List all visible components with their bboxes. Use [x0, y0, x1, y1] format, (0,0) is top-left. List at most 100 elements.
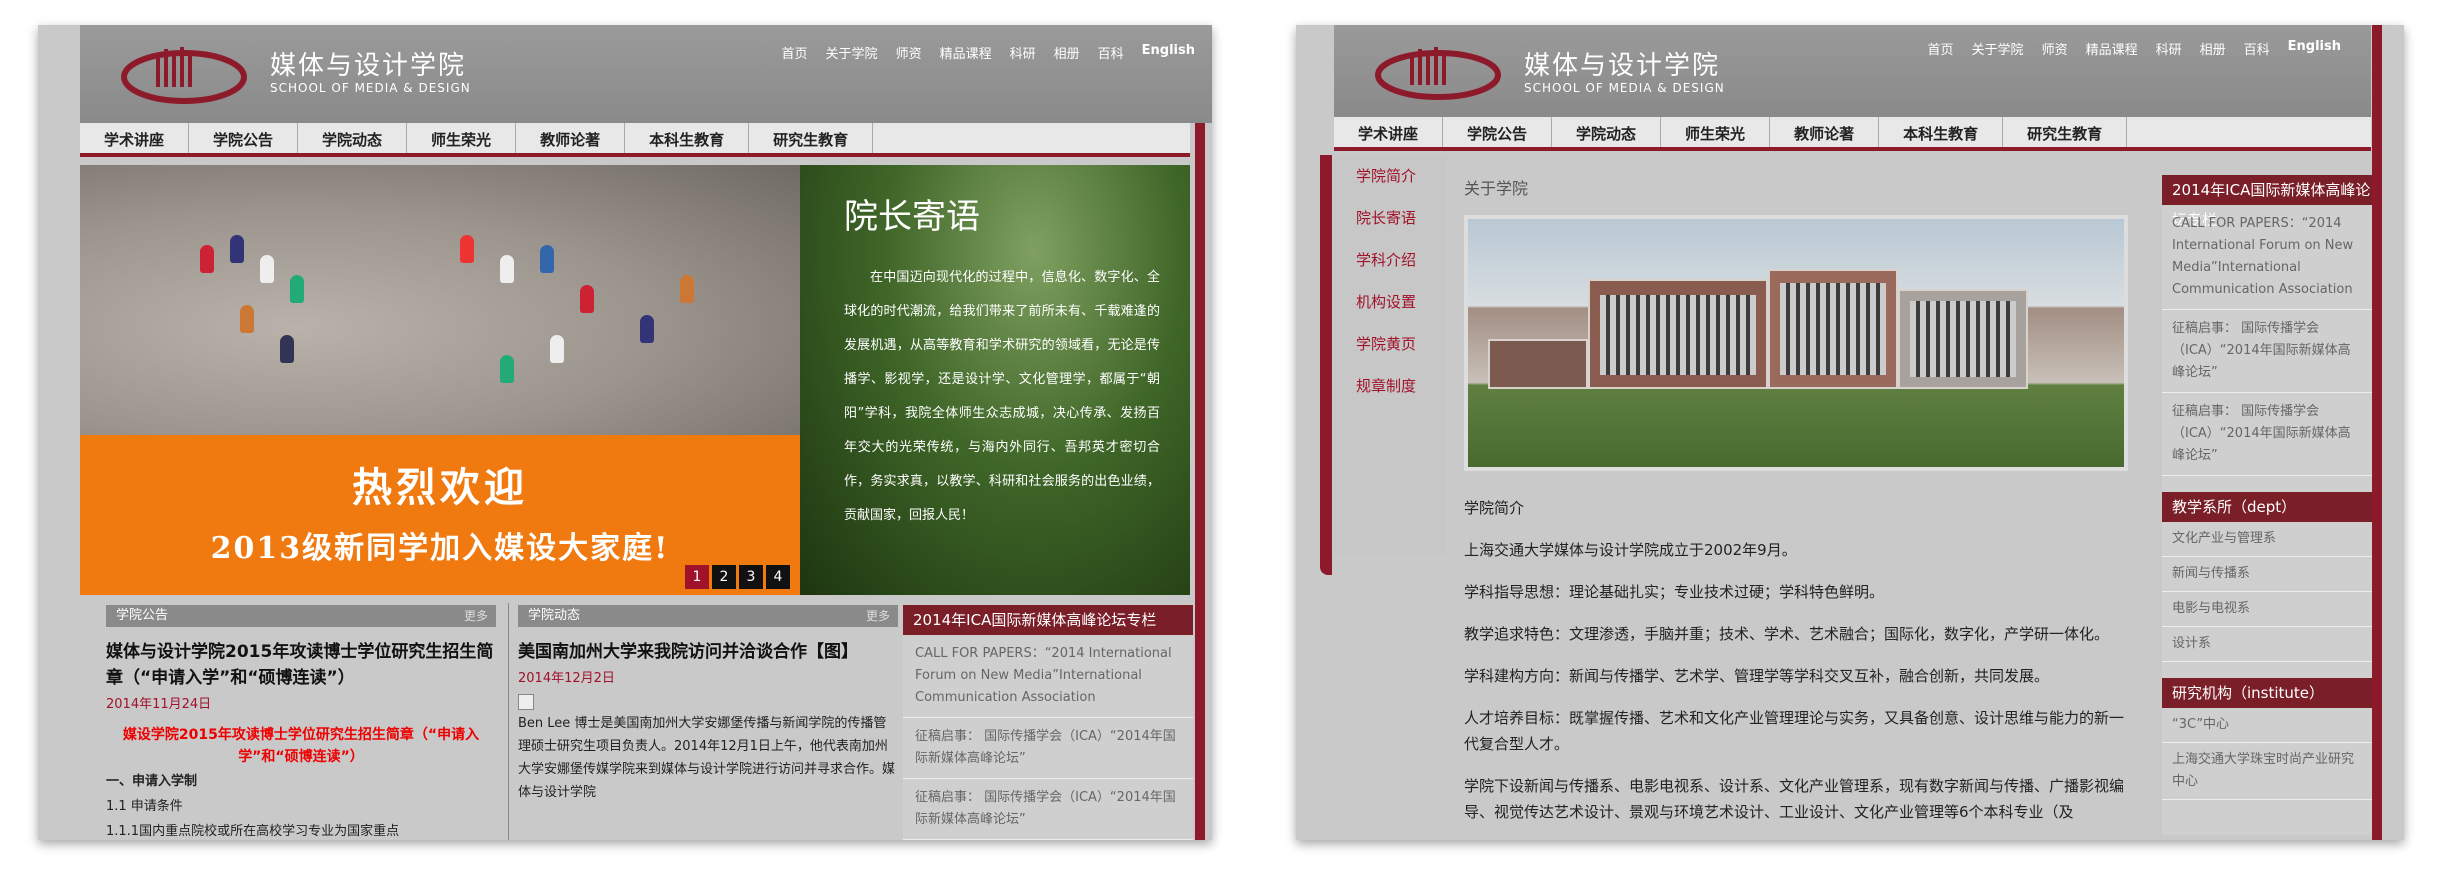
subnav-intro[interactable]: 学院简介 [1334, 155, 1446, 197]
top-nav-home[interactable]: 首页 [782, 43, 808, 62]
top-nav: 首页 关于学院 师资 精品课程 科研 相册 百科 English [1928, 39, 2341, 58]
dept-item[interactable]: 文化产业与管理系 [2162, 522, 2372, 557]
slide-page-4[interactable]: 4 [766, 565, 790, 589]
dean-message-panel: 院长寄语 在中国迈向现代化的过程中，信息化、数字化、全球化的时代潮流，给我们带来… [800, 165, 1190, 595]
dept-item[interactable]: 设计系 [2162, 627, 2372, 662]
top-nav-research[interactable]: 科研 [2156, 39, 2182, 58]
top-nav: 首页 关于学院 师资 精品课程 科研 相册 百科 English [782, 43, 1195, 62]
site-header: 媒体与设计学院 SCHOOL OF MEDIA & DESIGN 首页 关于学院… [1334, 25, 2371, 117]
news-text: Ben Lee 博士是美国南加州大学安娜堡传播与新闻学院的传播管理硕士研究生项目… [518, 716, 896, 800]
subnav-directory[interactable]: 学院黄页 [1334, 323, 1446, 365]
top-nav-wiki[interactable]: 百科 [1098, 43, 1124, 62]
top-nav-english[interactable]: English [1142, 43, 1195, 62]
article-paragraph: 学院下设新闻与传播系、电影电视系、设计系、文化产业管理系，现有数字新闻与传播、广… [1464, 777, 2125, 821]
top-nav-research[interactable]: 科研 [1010, 43, 1036, 62]
notice-line-2: 1.1 申请条件 [106, 799, 183, 814]
news-title[interactable]: 美国南加州大学来我院访问并洽谈合作【图】 [518, 639, 898, 665]
slide-page-1[interactable]: 1 [685, 565, 709, 589]
top-nav-about[interactable]: 关于学院 [1972, 39, 2024, 58]
main-nav-graduate[interactable]: 研究生教育 [2003, 117, 2128, 147]
about-sidebar: 2014年ICA国际新媒体高峰论坛专栏 CALL FOR PAPERS：“201… [2162, 175, 2372, 835]
main-nav-news[interactable]: 学院动态 [1552, 117, 1662, 147]
news-column: 学院动态 更多 美国南加州大学来我院访问并洽谈合作【图】 2014年12月2日 … [518, 605, 898, 804]
notice-more-link[interactable]: 更多 [464, 605, 488, 627]
main-nav-lectures[interactable]: 学术讲座 [80, 123, 190, 153]
forum-item[interactable]: CALL FOR PAPERS：“2014 International Foru… [903, 635, 1193, 718]
dept-item[interactable]: 新闻与传播系 [2162, 557, 2372, 592]
institute-sidebar-header: 研究机构（institute） [2162, 678, 2372, 708]
news-more-link[interactable]: 更多 [866, 605, 890, 627]
news-header: 学院动态 更多 [518, 605, 898, 627]
top-nav-home[interactable]: 首页 [1928, 39, 1954, 58]
main-nav-notices[interactable]: 学院公告 [1443, 117, 1553, 147]
forum-item[interactable]: CALL FOR PAPERS：“2014 International Foru… [2162, 205, 2372, 310]
main-nav: 学术讲座 学院公告 学院动态 师生荣光 教师论著 本科生教育 研究生教育 [1334, 117, 2371, 151]
dept-item[interactable]: 电影与电视系 [2162, 592, 2372, 627]
page-edge-accent [1195, 25, 1205, 840]
article-paragraph: 人才培养目标：既掌握传播、艺术和文化产业管理理论与实务，又具备创意、设计思维与能… [1464, 709, 2125, 753]
page-edge-accent [2372, 25, 2382, 840]
notice-line-1: 一、申请入学制 [106, 774, 198, 789]
institute-item[interactable]: “3C”中心 [2162, 708, 2372, 743]
subnav-regulations[interactable]: 规章制度 [1334, 365, 1446, 407]
article-heading: 学院简介 [1464, 499, 1525, 517]
dean-message-title[interactable]: 院长寄语 [844, 189, 980, 238]
main-nav-honors[interactable]: 师生荣光 [1661, 117, 1771, 147]
slide-page-2[interactable]: 2 [712, 565, 736, 589]
forum-item[interactable]: 征稿启事： 国际传播学会（ICA）“2014年国际新媒体高峰论坛” [903, 718, 1193, 779]
notice-date: 2014年11月24日 [106, 697, 212, 712]
top-nav-album[interactable]: 相册 [2200, 39, 2226, 58]
top-nav-courses[interactable]: 精品课程 [940, 43, 992, 62]
top-nav-english[interactable]: English [2288, 39, 2341, 58]
breadcrumb: 关于学院 [1464, 179, 1529, 198]
article-paragraph: 上海交通大学媒体与设计学院成立于2002年9月。 [1464, 541, 1797, 559]
slide-page-3[interactable]: 3 [739, 565, 763, 589]
top-nav-about[interactable]: 关于学院 [826, 43, 878, 62]
main-nav-lectures[interactable]: 学术讲座 [1334, 117, 1444, 147]
school-logo-icon[interactable] [104, 37, 254, 109]
brand-name-en: SCHOOL OF MEDIA & DESIGN [270, 81, 471, 95]
forum-sidebar: 2014年ICA国际新媒体高峰论坛专栏 CALL FOR PAPERS：“201… [903, 605, 1193, 840]
news-date: 2014年12月2日 [518, 671, 615, 686]
welcome-title: 热烈欢迎 [352, 464, 528, 511]
top-nav-faculty[interactable]: 师资 [896, 43, 922, 62]
top-nav-album[interactable]: 相册 [1054, 43, 1080, 62]
top-nav-faculty[interactable]: 师资 [2042, 39, 2068, 58]
notice-title[interactable]: 媒体与设计学院2015年攻读博士学位研究生招生简章（“申请入学”和“硕博连读”） [106, 639, 496, 691]
main-nav-undergraduate[interactable]: 本科生教育 [1879, 117, 2004, 147]
top-nav-wiki[interactable]: 百科 [2244, 39, 2270, 58]
subnav-dean[interactable]: 院长寄语 [1334, 197, 1446, 239]
notice-header: 学院公告 更多 [106, 605, 496, 627]
banner-slideshow[interactable]: 热烈欢迎 2013级新同学加入媒设大家庭! 1 2 3 4 [80, 165, 800, 595]
school-logo-icon[interactable] [1358, 37, 1508, 109]
column-divider [508, 603, 509, 840]
brand-name-cn: 媒体与设计学院 [1524, 51, 1721, 81]
article-paragraph: 教学追求特色：文理渗透，手脑并重；技术、学术、艺术融合；国际化，数字化，产学研一… [1464, 625, 2110, 643]
main-nav-publications[interactable]: 教师论著 [516, 123, 626, 153]
dean-message-text: 在中国迈向现代化的过程中，信息化、数字化、全球化的时代潮流，给我们带来了前所未有… [844, 270, 1160, 523]
site-header: 媒体与设计学院 SCHOOL OF MEDIA & DESIGN 首页 关于学院… [80, 25, 1212, 123]
about-page-screenshot: 媒体与设计学院 SCHOOL OF MEDIA & DESIGN 首页 关于学院… [1296, 25, 2404, 840]
top-nav-courses[interactable]: 精品课程 [2086, 39, 2138, 58]
main-nav-notices[interactable]: 学院公告 [189, 123, 299, 153]
campus-building-photo [1464, 215, 2128, 471]
main-nav-graduate[interactable]: 研究生教育 [749, 123, 874, 153]
welcome-subtitle: 2013级新同学加入媒设大家庭! [210, 531, 670, 566]
forum-sidebar-header: 2014年ICA国际新媒体高峰论坛专栏 [903, 605, 1193, 635]
main-nav-publications[interactable]: 教师论著 [1770, 117, 1880, 147]
main-nav-honors[interactable]: 师生荣光 [407, 123, 517, 153]
institute-item[interactable]: 上海交通大学珠宝时尚产业研究中心 [2162, 743, 2372, 800]
main-nav-undergraduate[interactable]: 本科生教育 [625, 123, 750, 153]
main-nav: 学术讲座 学院公告 学院动态 师生荣光 教师论著 本科生教育 研究生教育 [80, 123, 1190, 157]
notice-column: 学院公告 更多 媒体与设计学院2015年攻读博士学位研究生招生简章（“申请入学”… [106, 605, 496, 840]
forum-item[interactable]: 征稿启事： 国际传播学会（ICA）“2014年国际新媒体高峰论坛” [2162, 393, 2372, 476]
slide-pager: 1 2 3 4 [685, 565, 790, 589]
notice-headline: 媒设学院2015年攻读博士学位研究生招生简章（“申请入学”和“硕博连读”） [122, 727, 480, 765]
forum-sidebar-header: 2014年ICA国际新媒体高峰论坛专栏 [2162, 175, 2372, 229]
forum-item[interactable]: 征稿启事： 国际传播学会（ICA）“2014年国际新媒体高峰论坛” [903, 779, 1193, 840]
forum-item[interactable]: 征稿启事： 国际传播学会（ICA）“2014年国际新媒体高峰论坛” [2162, 310, 2372, 393]
subnav-disciplines[interactable]: 学科介绍 [1334, 239, 1446, 281]
main-nav-news[interactable]: 学院动态 [298, 123, 408, 153]
subnav-organization[interactable]: 机构设置 [1334, 281, 1446, 323]
left-edge-accent [1320, 155, 1332, 575]
